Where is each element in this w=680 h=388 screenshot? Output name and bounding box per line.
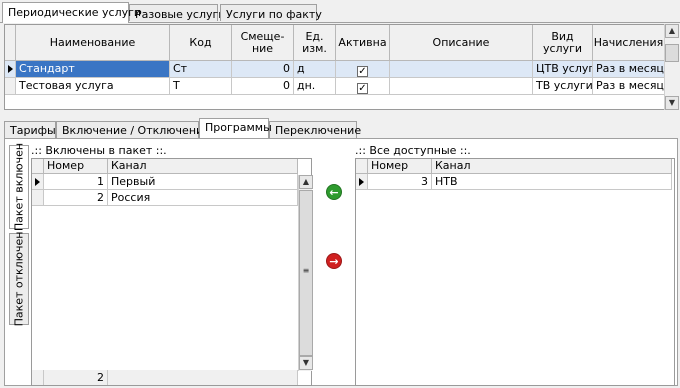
grid-corner bbox=[356, 159, 368, 174]
table-row-cell-charges[interactable]: Раз в месяц bbox=[593, 61, 665, 78]
table-row-cell-charges[interactable]: Раз в месяц bbox=[593, 78, 665, 95]
footer-count: 2 bbox=[44, 370, 108, 385]
table-row-channel[interactable]: Россия bbox=[108, 190, 298, 206]
tab-fact-services[interactable]: Услуги по факту bbox=[220, 4, 322, 21]
header-number[interactable]: Номер bbox=[44, 159, 108, 174]
table-row-cell-offset[interactable]: 0 bbox=[232, 78, 294, 95]
scroll-thumb[interactable] bbox=[665, 44, 679, 62]
table-row-number[interactable]: 2 bbox=[44, 190, 108, 206]
services-grid: Наименование Код Смеще- ние Ед. изм. Акт… bbox=[4, 24, 666, 110]
table-row-cell-unit[interactable]: д bbox=[294, 61, 336, 78]
header-channel[interactable]: Канал bbox=[108, 159, 298, 174]
current-row-arrow-icon bbox=[35, 178, 40, 186]
table-row-cell-description[interactable] bbox=[390, 61, 533, 78]
available-caption: .:: Все доступные ::. bbox=[355, 144, 471, 157]
table-row-cell-name[interactable]: Стандарт bbox=[16, 61, 170, 78]
table-row-channel[interactable]: Первый bbox=[108, 174, 298, 190]
row-indicator[interactable] bbox=[32, 190, 44, 206]
table-row-cell-code[interactable]: Ст bbox=[170, 61, 232, 78]
available-channels-grid: Номер Канал 3 НТВ bbox=[355, 158, 675, 386]
tab-periodic-services[interactable]: Периодические услуги bbox=[2, 2, 141, 23]
active-checkbox[interactable]: ✓ bbox=[357, 83, 368, 94]
included-grid-scrollbar[interactable]: ▲ ≡ ▼ bbox=[298, 175, 313, 371]
included-channels-grid: Номер Канал 1 Первый 2 Россия 2 bbox=[31, 158, 312, 386]
row-indicator[interactable] bbox=[5, 78, 16, 95]
header-channel[interactable]: Канал bbox=[432, 159, 672, 174]
current-row-arrow-icon bbox=[8, 65, 13, 73]
header-active[interactable]: Активна bbox=[336, 25, 390, 61]
footer-indicator bbox=[32, 370, 44, 385]
services-grid-scrollbar[interactable]: ▲ ▼ bbox=[664, 24, 679, 110]
table-row-cell-unit[interactable]: дн. bbox=[294, 78, 336, 95]
table-row-channel[interactable]: НТВ bbox=[432, 174, 672, 190]
table-row-cell-type[interactable]: ТВ услуги bbox=[533, 78, 593, 95]
scroll-up-icon[interactable]: ▲ bbox=[665, 24, 679, 38]
tab-one-time-services[interactable]: Разовые услуги bbox=[129, 4, 225, 21]
row-indicator[interactable] bbox=[32, 174, 44, 190]
table-row-cell-active[interactable]: ✓ bbox=[336, 78, 390, 95]
arrow-left-icon: ← bbox=[329, 186, 339, 199]
active-checkbox[interactable]: ✓ bbox=[357, 66, 368, 77]
remove-channel-button[interactable]: → bbox=[326, 253, 342, 269]
header-offset[interactable]: Смеще- ние bbox=[232, 25, 294, 61]
grid-corner bbox=[32, 159, 44, 174]
scroll-thumb[interactable]: ≡ bbox=[299, 190, 313, 356]
add-channel-button[interactable]: ← bbox=[326, 184, 342, 200]
table-row-number[interactable]: 3 bbox=[368, 174, 432, 190]
tab-switching[interactable]: Переключение bbox=[269, 121, 361, 139]
header-description[interactable]: Описание bbox=[390, 25, 533, 61]
table-row-cell-name[interactable]: Тестовая услуга bbox=[16, 78, 170, 95]
header-code[interactable]: Код bbox=[170, 25, 232, 61]
table-row-cell-active[interactable]: ✓ bbox=[336, 61, 390, 78]
tab-enable-disable[interactable]: Включение / Отключение bbox=[56, 121, 210, 139]
table-row-cell-offset[interactable]: 0 bbox=[232, 61, 294, 78]
header-unit[interactable]: Ед. изм. bbox=[294, 25, 336, 61]
included-caption: .:: Включены в пакет ::. bbox=[31, 144, 167, 157]
table-row-number[interactable]: 1 bbox=[44, 174, 108, 190]
tab-programs[interactable]: Программы bbox=[199, 118, 272, 138]
table-row-cell-type[interactable]: ЦТВ услуги bbox=[533, 61, 593, 78]
tab-tariffs[interactable]: Тарифы bbox=[4, 121, 56, 139]
row-indicator[interactable] bbox=[356, 174, 368, 190]
table-row-cell-code[interactable]: Т bbox=[170, 78, 232, 95]
current-row-arrow-icon bbox=[359, 178, 364, 186]
header-service-type[interactable]: Вид услуги bbox=[533, 25, 593, 61]
grid-corner bbox=[5, 25, 16, 61]
scroll-down-icon[interactable]: ▼ bbox=[299, 356, 313, 370]
side-tab-package-off[interactable]: Пакет отключен bbox=[9, 232, 29, 326]
table-row-cell-description[interactable] bbox=[390, 78, 533, 95]
arrow-right-icon: → bbox=[329, 255, 339, 268]
header-charges[interactable]: Начисления bbox=[593, 25, 665, 61]
header-name[interactable]: Наименование bbox=[16, 25, 170, 61]
header-number[interactable]: Номер bbox=[368, 159, 432, 174]
row-indicator[interactable] bbox=[5, 61, 16, 78]
side-tab-package-on[interactable]: Пакет включен bbox=[9, 143, 29, 231]
scroll-up-icon[interactable]: ▲ bbox=[299, 175, 313, 189]
scroll-down-icon[interactable]: ▼ bbox=[665, 96, 679, 110]
footer-channel bbox=[108, 370, 298, 385]
